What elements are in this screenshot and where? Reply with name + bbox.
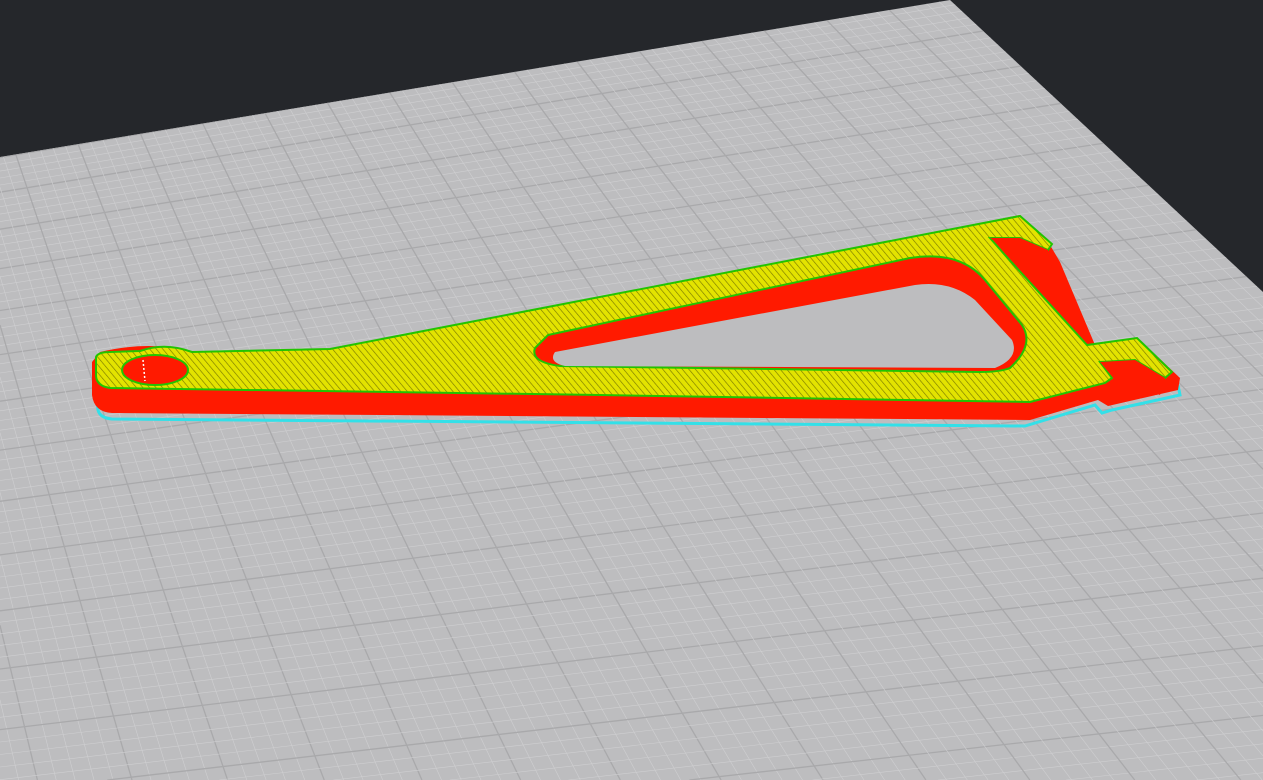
3d-preview-viewport[interactable] xyxy=(0,0,1263,780)
mounting-hole xyxy=(121,354,189,386)
preview-canvas[interactable] xyxy=(0,0,1263,780)
